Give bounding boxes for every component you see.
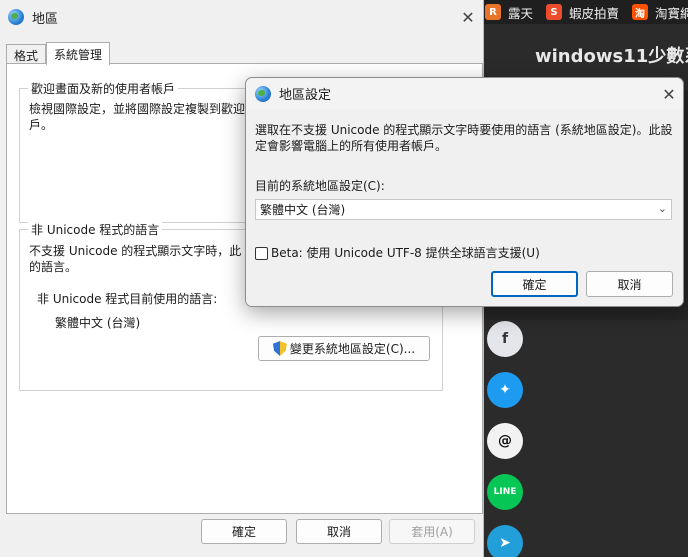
button-label: 變更系統地區設定(C)... (289, 342, 416, 356)
article-headline: windows11少數系統 (535, 46, 688, 67)
bookmark-label: 淘寶網 (655, 5, 688, 21)
region-settings-dialog: 地區設定 ✕ 選取在不支援 Unicode 的程式顯示文字時要使用的語言 (系統… (245, 77, 684, 307)
ok-button[interactable]: 確定 (491, 271, 578, 297)
system-locale-select[interactable]: 繁體中文 (台灣) ⌄ (255, 199, 672, 220)
welcome-description: 檢視國際設定，並將國際設定複製到歡迎 戶。 (29, 101, 245, 133)
cancel-button[interactable]: 取消 (586, 271, 673, 297)
group-title: 非 Unicode 程式的語言 (28, 221, 163, 238)
twitter-icon[interactable]: ✦ (487, 372, 523, 408)
dialog-title: 地區 (32, 11, 59, 27)
non-unicode-description: 不支援 Unicode 的程式顯示文字時，此 的語言。 (29, 243, 241, 275)
utf8-beta-checkbox[interactable] (255, 247, 268, 260)
tab-administrative[interactable]: 系統管理 (46, 42, 111, 65)
locale-description: 選取在不支援 Unicode 的程式顯示文字時要使用的語言 (系統地區設定)。此… (255, 122, 672, 154)
uac-shield-icon (273, 341, 287, 356)
telegram-icon[interactable]: ➤ (487, 525, 523, 557)
apply-button[interactable]: 套用(A) (389, 519, 475, 544)
bookmark-ruten[interactable]: R 露天 (485, 3, 533, 22)
shopee-icon: S (546, 4, 563, 20)
description-line: 的語言。 (29, 260, 78, 274)
description-line: 選取在不支援 Unicode 的程式顯示文字時要使用的語言 (系統地區設定)。此… (255, 123, 673, 137)
tab-formats[interactable]: 格式 (6, 44, 47, 65)
change-system-locale-button[interactable]: 變更系統地區設定(C)... (258, 336, 430, 361)
utf8-beta-label[interactable]: Beta: 使用 Unicode UTF-8 提供全球語言支援(U) (271, 245, 540, 261)
cancel-button[interactable]: 取消 (296, 519, 382, 544)
chevron-down-icon: ⌄ (657, 202, 667, 215)
threads-icon[interactable]: @ (487, 423, 523, 459)
bookmark-label: 露天 (508, 5, 534, 21)
group-title: 歡迎畫面及新的使用者帳戶 (28, 80, 179, 97)
bookmark-shopee[interactable]: S 蝦皮拍賣 (546, 3, 619, 22)
current-language-label: 非 Unicode 程式目前使用的語言: (37, 292, 218, 306)
facebook-icon[interactable]: f (487, 321, 523, 357)
tab-strip: 格式 系統管理 (6, 42, 111, 65)
selected-locale: 繁體中文 (台灣) (260, 203, 346, 217)
region-dialog-titlebar[interactable]: 地區 ✕ (0, 0, 483, 34)
region-settings-titlebar[interactable]: 地區設定 ✕ (246, 78, 683, 109)
bookmark-taobao[interactable]: 淘 淘寶網 (632, 3, 688, 22)
taobao-icon: 淘 (632, 4, 649, 20)
line-icon[interactable]: LINE (487, 474, 523, 510)
globe-icon (255, 85, 271, 102)
description-line: 戶。 (29, 118, 54, 132)
current-language-value: 繁體中文 (台灣) (55, 316, 141, 330)
ruten-icon: R (485, 4, 501, 20)
ok-button[interactable]: 確定 (201, 519, 287, 544)
description-line: 檢視國際設定，並將國際設定複製到歡迎 (29, 102, 246, 116)
description-line: 定會影響電腦上的所有使用者帳戶。 (255, 139, 448, 153)
current-locale-label: 目前的系統地區設定(C): (255, 179, 385, 193)
close-icon[interactable]: ✕ (453, 5, 483, 29)
globe-icon (8, 9, 24, 25)
dialog-title: 地區設定 (279, 88, 332, 103)
description-line: 不支援 Unicode 的程式顯示文字時，此 (29, 244, 242, 258)
bookmark-label: 蝦皮拍賣 (569, 5, 620, 21)
bookmarks-bar: R 露天 S 蝦皮拍賣 淘 淘寶網 (482, 0, 688, 24)
close-icon[interactable]: ✕ (654, 82, 683, 106)
